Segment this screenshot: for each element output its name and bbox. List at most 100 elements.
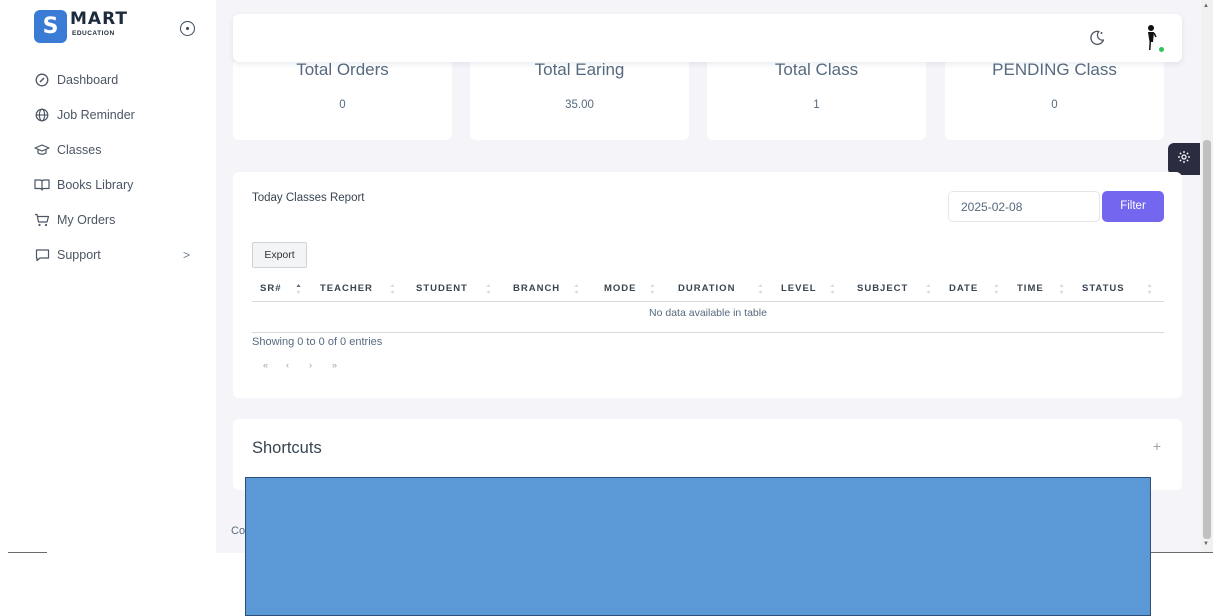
column-label: STATUS: [1082, 283, 1125, 294]
footer-text: Co: [231, 525, 246, 537]
column-label: MODE: [604, 283, 637, 294]
sidebar: S MART EDUCATION Dashboard Job Reminder: [0, 0, 216, 553]
pager-next[interactable]: ›: [309, 360, 332, 370]
scrollbar-thumb[interactable]: [1203, 140, 1211, 539]
sidebar-item-classes[interactable]: Classes: [34, 132, 204, 167]
sort-icon: [1059, 284, 1064, 294]
sidebar-item-dashboard[interactable]: Dashboard: [34, 62, 204, 97]
column-header-teacher[interactable]: TEACHER: [320, 276, 373, 302]
dashboard-icon: [34, 72, 50, 88]
stat-title: PENDING Class: [992, 60, 1117, 79]
stat-card-total-class: Total Class 1: [707, 60, 926, 140]
globe-icon: [34, 107, 50, 123]
column-header-level[interactable]: LEVEL: [781, 276, 817, 302]
stat-card-total-orders: Total Orders 0: [233, 60, 452, 140]
column-label: TIME: [1017, 283, 1044, 294]
stat-value: 0: [1051, 99, 1058, 111]
sidebar-item-label: Support: [57, 247, 101, 262]
stat-card-pending-class: PENDING Class 0: [945, 60, 1164, 140]
message-icon: [34, 247, 50, 263]
scroll-down-arrow-icon[interactable]: ▼: [1203, 541, 1209, 547]
sidebar-item-label: Dashboard: [57, 72, 119, 87]
column-label: DATE: [949, 283, 979, 294]
date-filter-input[interactable]: [948, 191, 1100, 222]
top-navbar: [233, 14, 1182, 62]
column-header-subject[interactable]: SUBJECT: [857, 276, 908, 302]
column-header-status[interactable]: STATUS: [1082, 276, 1125, 302]
empty-message: No data available in table: [649, 307, 767, 319]
sort-icon: [574, 284, 579, 294]
divider: [8, 552, 47, 553]
sort-icon: [758, 284, 763, 294]
stat-card-total-earing: Total Earing 35.00: [470, 60, 689, 140]
filter-button[interactable]: Filter: [1102, 191, 1164, 222]
logo-subtitle: EDUCATION: [72, 30, 115, 37]
sidebar-item-label: Books Library: [57, 177, 134, 192]
column-header-duration[interactable]: DURATION: [678, 276, 735, 302]
column-label: BRANCH: [513, 283, 561, 294]
export-button[interactable]: Export: [252, 242, 307, 268]
column-header-mode[interactable]: MODE: [604, 276, 637, 302]
sidebar-item-job-reminder[interactable]: Job Reminder: [34, 97, 204, 132]
column-label: SR#: [260, 283, 282, 294]
settings-tab[interactable]: [1168, 143, 1200, 175]
cart-icon: [34, 212, 50, 228]
pager-last[interactable]: »: [332, 360, 355, 370]
column-label: DURATION: [678, 283, 736, 294]
screenshot-area: S MART EDUCATION Dashboard Job Reminder: [0, 0, 1213, 553]
sort-icon: [926, 284, 931, 294]
moon-icon[interactable]: [1088, 29, 1106, 47]
pagination: «‹ ›»: [263, 360, 355, 370]
sidebar-item-my-orders[interactable]: My Orders: [34, 202, 204, 237]
table-info: Showing 0 to 0 of 0 entries: [252, 336, 383, 348]
sort-icon: [1147, 284, 1152, 294]
column-label: STUDENT: [416, 283, 468, 294]
book-open-icon: [34, 177, 50, 193]
sidebar-item-label: Classes: [57, 142, 102, 157]
stat-value: 35.00: [565, 99, 594, 111]
today-classes-report-card: Today Classes Report Filter Export SR# T…: [233, 172, 1182, 398]
shortcuts-title: Shortcuts: [252, 439, 322, 457]
report-title: Today Classes Report: [252, 192, 365, 204]
sidebar-item-support[interactable]: Support >: [34, 237, 204, 272]
sort-icon: [650, 284, 655, 294]
online-status-dot: [1158, 46, 1165, 53]
app-root: S MART EDUCATION Dashboard Job Reminder: [0, 0, 1213, 616]
pager-first[interactable]: «: [263, 360, 286, 370]
logo[interactable]: S MART EDUCATION: [34, 8, 144, 44]
column-label: SUBJECT: [857, 283, 909, 294]
graduation-cap-icon: [34, 142, 50, 158]
sort-asc-icon: [296, 284, 301, 294]
column-header-sr[interactable]: SR#: [260, 276, 281, 302]
column-header-date[interactable]: DATE: [949, 276, 978, 302]
column-header-student[interactable]: STUDENT: [416, 276, 468, 302]
sort-icon: [994, 284, 999, 294]
sidebar-menu: Dashboard Job Reminder Classes Books Lib…: [34, 62, 204, 272]
add-shortcut-button[interactable]: +: [1153, 438, 1161, 454]
gear-icon: [1177, 150, 1191, 169]
scroll-up-arrow-icon[interactable]: ▲: [1203, 3, 1209, 9]
stat-title: Total Orders: [296, 60, 389, 79]
sort-icon: [830, 284, 835, 294]
stat-title: Total Earing: [534, 60, 625, 79]
logo-mark: S: [34, 10, 67, 43]
stat-value: 0: [339, 99, 346, 111]
sidebar-item-label: My Orders: [57, 212, 116, 227]
sidebar-item-books-library[interactable]: Books Library: [34, 167, 204, 202]
sort-icon: [390, 284, 395, 294]
column-label: TEACHER: [320, 283, 373, 294]
pager-previous[interactable]: ‹: [286, 360, 309, 370]
column-header-time[interactable]: TIME: [1017, 276, 1044, 302]
sort-icon: [486, 284, 491, 294]
column-label: LEVEL: [781, 283, 817, 294]
table-header: SR# TEACHER STUDENT BRANCH MODE DURATION…: [252, 276, 1164, 302]
sidebar-item-label: Job Reminder: [57, 107, 135, 122]
redaction-overlay: [245, 477, 1151, 616]
sidebar-collapse-button[interactable]: [180, 21, 195, 36]
chevron-right-icon: >: [182, 247, 190, 262]
logo-word: MART: [70, 9, 128, 29]
divider: [1151, 552, 1213, 553]
column-header-branch[interactable]: BRANCH: [513, 276, 560, 302]
stat-title: Total Class: [774, 60, 859, 79]
stat-value: 1: [813, 99, 820, 111]
